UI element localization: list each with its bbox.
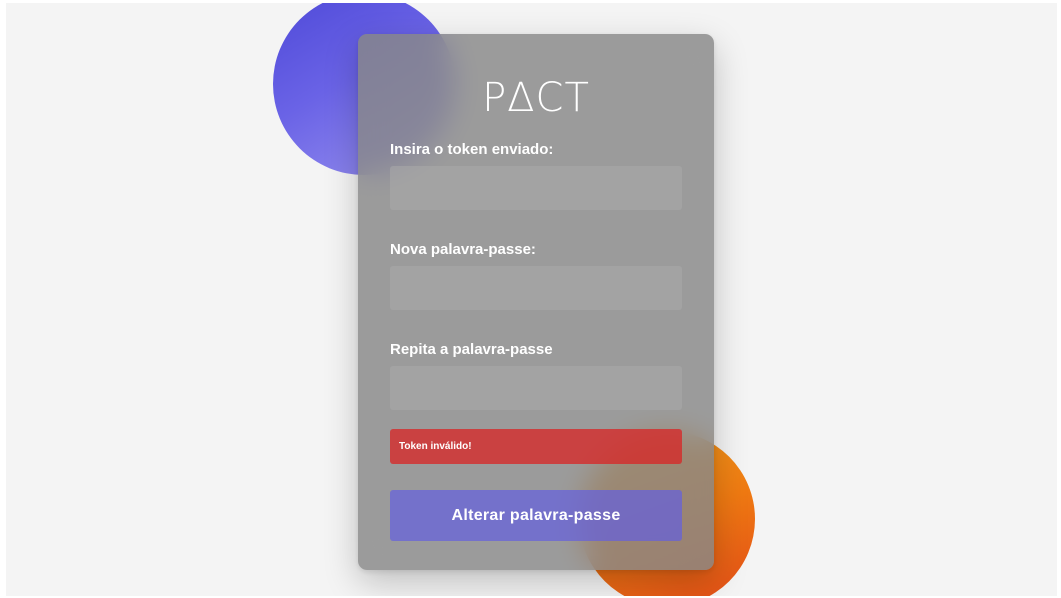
change-password-button[interactable]: Alterar palavra-passe xyxy=(390,490,682,541)
page-background: PΔCT Insira o token enviado: Nova palavr… xyxy=(6,3,1057,596)
repeat-password-input[interactable] xyxy=(390,366,682,410)
reset-password-card: PΔCT Insira o token enviado: Nova palavr… xyxy=(358,34,714,570)
token-label: Insira o token enviado: xyxy=(390,141,554,158)
error-alert: Token inválido! xyxy=(390,429,682,464)
pact-logo: PΔCT xyxy=(482,75,590,121)
error-message: Token inválido! xyxy=(399,441,472,452)
new-password-label: Nova palavra-passe: xyxy=(390,241,536,258)
token-input[interactable] xyxy=(390,166,682,210)
new-password-input[interactable] xyxy=(390,266,682,310)
repeat-password-label: Repita a palavra-passe xyxy=(390,341,553,358)
